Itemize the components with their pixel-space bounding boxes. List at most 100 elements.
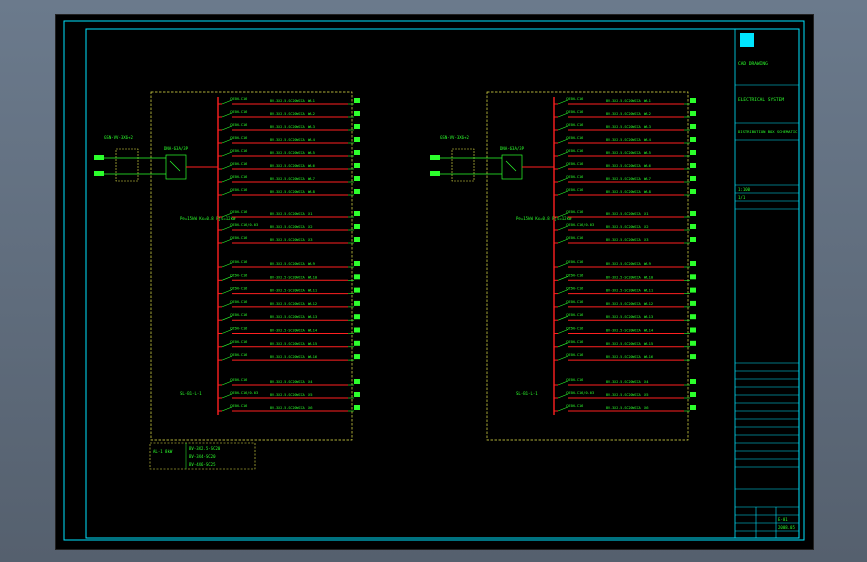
load-symbol — [690, 176, 696, 181]
circuit-cable-label: BV-3X2.5-SC20WCCA — [606, 342, 641, 346]
load-symbol — [354, 300, 360, 306]
switch-contact — [557, 225, 569, 231]
circuit-cable-label: BV-3X2.5-SC20WCCA — [606, 329, 641, 333]
circuit-number: WL6 — [644, 163, 652, 168]
incoming-cable-label: GSN-VV-3X6+2 — [440, 135, 469, 140]
load-symbol — [690, 211, 696, 216]
group1-circuit: C65N-C16 BV-3X2.5-SC20WCCA WL6 — [554, 162, 696, 170]
circuit-number: WL8 — [308, 189, 316, 194]
switch-contact — [557, 190, 569, 196]
load-symbol — [354, 287, 360, 293]
switch-contact — [557, 329, 569, 334]
group2-circuit: C65N-C16 BV-3X2.5-SC20WCCA WL15 — [218, 340, 360, 348]
load-symbol — [354, 224, 360, 229]
switch-contact — [557, 315, 569, 321]
legend-row-1: BV-3X2.5-SC20 — [189, 446, 221, 451]
sockets-b-circuit: C65N-C16 BV-3X2.5-SC20WCCA X6 — [554, 404, 696, 412]
main-breaker-label: DNA-63A/3P — [500, 146, 525, 151]
switch-contact — [557, 262, 569, 268]
group2-circuit: C65N-C16 BV-3X2.5-SC20WCCA WL12 — [554, 300, 696, 308]
load-symbol — [690, 150, 696, 155]
circuit-breaker-label: C65N-C16 — [230, 327, 247, 331]
circuit-cable-label: BV-3X2.5-SC20WCCA — [606, 177, 641, 181]
group2-circuit: C65N-C16 BV-3X2.5-SC20WCCA WL13 — [554, 313, 696, 321]
circuit-breaker-label: C65N-C16 — [230, 313, 247, 317]
load-symbol — [354, 150, 360, 155]
meter-box — [115, 148, 139, 182]
panel-left: GSN-VV-3X6+2 DNA-63A/3P Pe=15kW Kx=0.8 Pjs… — [94, 91, 360, 441]
circuit-cable-label: BV-3X2.5-SC20WCCA — [270, 275, 305, 279]
main-breaker-contact — [169, 160, 181, 172]
load-symbol — [690, 261, 696, 266]
incoming-terminal-n — [430, 171, 440, 176]
title-drawing-no: E-01 — [778, 517, 788, 522]
circuit-cable-label: BV-3X2.5-SC20WCCA — [270, 151, 305, 155]
circuit-breaker-label: C65N-C16/0.03 — [566, 223, 594, 227]
circuit-number: WL8 — [644, 189, 652, 194]
circuit-cable-label: BV-3X2.5-SC20WCCA — [270, 355, 305, 359]
switch-contact — [557, 355, 569, 361]
legend-left-text: AL-1 8kW — [153, 449, 173, 454]
circuit-number: X2 — [644, 224, 649, 229]
load-symbol — [354, 176, 360, 181]
circuit-breaker-label: C65N-C16 — [566, 313, 583, 317]
load-symbol — [690, 237, 696, 242]
group2-circuit: C65N-C16 BV-3X2.5-SC20WCCA WL14 — [218, 327, 360, 334]
sockets-b-circuit: C65N-C16 BV-3X2.5-SC20WCCA X6 — [218, 404, 360, 412]
circuit-breaker-label: C65N-C16 — [230, 340, 247, 344]
schematic-drawing: CAD DRAWING ELECTRICAL SYSTEM DISTRIBUTI… — [63, 20, 805, 541]
group1-circuit: C65N-C16 BV-3X2.5-SC20WCCA WL8 — [218, 188, 360, 196]
switch-contact — [221, 393, 233, 399]
switch-contact — [557, 125, 569, 131]
load-symbol — [690, 392, 696, 397]
group1-circuit: C65N-C16 BV-3X2.5-SC20WCCA WL5 — [218, 149, 360, 157]
sockets-b-circuit: C65N-C16/0.03 BV-3X2.5-SC20WCCA X5 — [554, 391, 696, 399]
load-symbol — [354, 111, 360, 116]
load-symbol — [354, 392, 360, 397]
group2-circuit: C65N-C16 BV-3X2.5-SC20WCCA WL11 — [218, 287, 360, 295]
circuit-number: WL10 — [644, 274, 654, 279]
circuit-number: WL9 — [308, 261, 316, 266]
group2-circuit: C65N-C16 BV-3X2.5-SC20WCCA WL9 — [554, 260, 696, 268]
switch-contact — [557, 380, 569, 386]
switch-contact — [557, 342, 569, 348]
load-symbol — [690, 314, 696, 320]
circuit-number: WL3 — [308, 124, 315, 129]
load-symbol — [354, 189, 360, 194]
switch-contact — [221, 315, 233, 321]
circuit-breaker-label: C65N-C16 — [230, 260, 247, 264]
switch-contact — [221, 164, 233, 170]
switch-contact — [557, 177, 569, 183]
group1-circuit: C65N-C16 BV-3X2.5-SC20WCCA WL5 — [554, 149, 696, 157]
switch-contact — [557, 151, 569, 157]
circuit-breaker-label: C65N-C16 — [566, 162, 583, 166]
circuit-breaker-label: C65N-C16 — [566, 210, 583, 214]
group1-circuit: C65N-C16 BV-3X2.5-SC20WCCA WL2 — [218, 110, 360, 118]
load-symbol — [354, 314, 360, 320]
circuit-breaker-label: C65N-C16/0.03 — [566, 391, 594, 395]
circuit-cable-label: BV-3X2.5-SC20WCCA — [606, 355, 641, 359]
sockets-b-circuit: C65N-C16 BV-3X2.5-SC20WCCA X4 — [554, 378, 696, 386]
load-symbol — [354, 379, 360, 384]
circuit-breaker-label: C65N-C16/0.03 — [230, 391, 258, 395]
switch-contact — [221, 99, 233, 105]
switch-contact — [221, 406, 233, 412]
sockets-b-circuit: C65N-C16/0.03 BV-3X2.5-SC20WCCA X5 — [218, 391, 360, 399]
circuit-cable-label: BV-3X2.5-SC20WCCA — [606, 380, 641, 384]
drawing-canvas[interactable]: CAD DRAWING ELECTRICAL SYSTEM DISTRIBUTI… — [55, 14, 814, 550]
switch-contact — [557, 138, 569, 144]
switch-contact — [557, 302, 569, 308]
circuit-cable-label: BV-3X2.5-SC20WCCA — [270, 406, 305, 410]
circuit-breaker-label: C65N-C16 — [230, 353, 247, 357]
circuit-breaker-label: C65N-C16 — [230, 149, 247, 153]
circuit-cable-label: BV-3X2.5-SC20WCCA — [606, 315, 641, 319]
circuit-breaker-label: C65N-C16 — [566, 236, 583, 240]
load-symbol — [690, 111, 696, 116]
circuit-breaker-label: C65N-C16 — [566, 353, 583, 357]
incoming-terminal-l — [94, 155, 104, 160]
circuit-breaker-label: C65N-C16 — [566, 287, 583, 291]
title-scale: 1:100 — [738, 187, 751, 192]
group2-circuit: C65N-C16 BV-3X2.5-SC20WCCA WL11 — [554, 287, 696, 295]
group1-circuit: C65N-C16 BV-3X2.5-SC20WCCA WL8 — [554, 188, 696, 196]
circuit-number: WL7 — [644, 176, 651, 181]
